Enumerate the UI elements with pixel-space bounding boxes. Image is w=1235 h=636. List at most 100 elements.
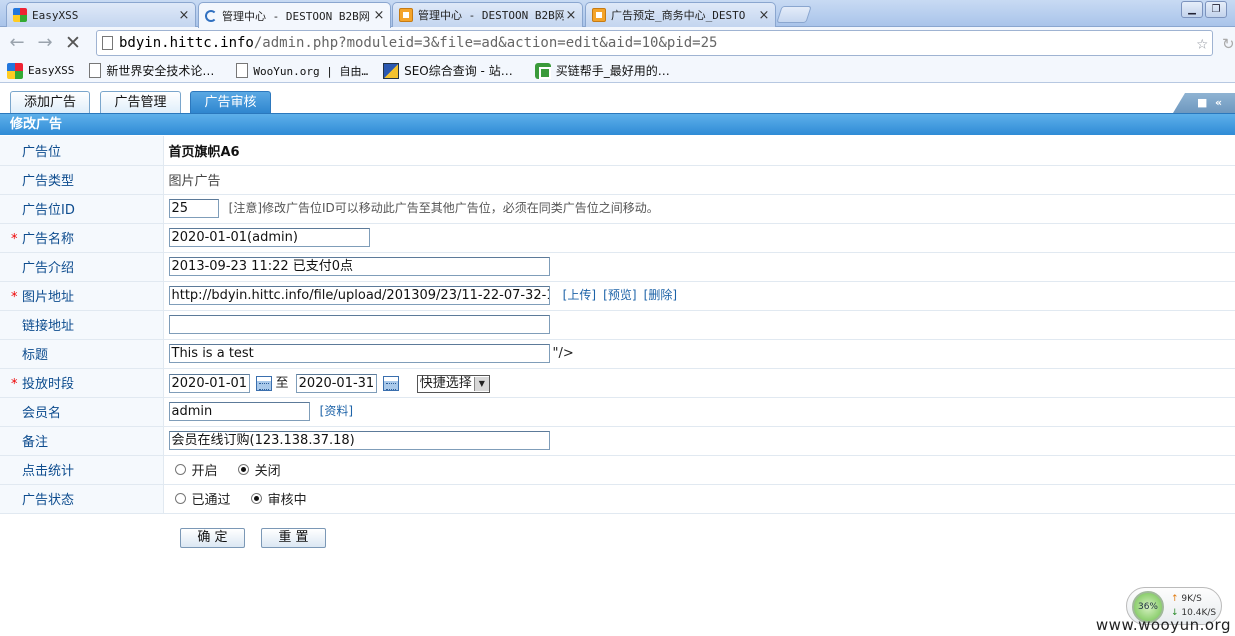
upload-speed: 9K/S bbox=[1181, 594, 1202, 604]
field-label: 链接地址 bbox=[0, 310, 164, 340]
field-label: 会员名 bbox=[0, 397, 164, 427]
remark-input[interactable]: 会员在线订购(123.138.37.18) bbox=[168, 431, 550, 450]
browser-tab-easyxss[interactable]: EasyXSS × bbox=[6, 2, 196, 27]
chevron-down-icon: ▼ bbox=[473, 376, 489, 391]
browser-tab-ad-booking[interactable]: 广告预定_商务中心_DESTO × bbox=[585, 2, 776, 27]
end-date-input[interactable]: 2020-01-31 bbox=[295, 374, 377, 393]
start-date-input[interactable]: 2020-01-01 bbox=[168, 374, 250, 393]
ad-position-id-input[interactable]: 25 bbox=[168, 199, 219, 218]
form-row-remark: 备注 会员在线订购(123.138.37.18) bbox=[0, 426, 1235, 456]
seo-favicon bbox=[383, 62, 400, 79]
status-approved-label: 已通过 bbox=[191, 493, 231, 508]
browser-tab-title: 管理中心 - DESTOON B2B网 bbox=[222, 9, 370, 23]
document-icon bbox=[236, 63, 249, 78]
field-label: 广告类型 bbox=[0, 165, 164, 195]
link-helper-favicon bbox=[534, 62, 551, 79]
bookmark-label: 买链帮手_最好用的… bbox=[555, 64, 670, 78]
browser-tab-strip: EasyXSS × 管理中心 - DESTOON B2B网 × 管理中心 - D… bbox=[0, 0, 1235, 28]
ad-intro-input[interactable]: 2013-09-23 11:22 已支付0点 bbox=[168, 257, 550, 276]
confirm-button[interactable]: 确 定 bbox=[180, 528, 245, 548]
calendar-icon[interactable] bbox=[255, 376, 272, 391]
field-label: 备注 bbox=[0, 426, 164, 456]
minimize-icon[interactable]: ▁ bbox=[1181, 1, 1203, 18]
bookmark-label: SEO综合查询 - 站… bbox=[404, 64, 513, 78]
upload-link[interactable]: [上传] bbox=[563, 288, 596, 302]
click-stats-on-label: 开启 bbox=[191, 464, 218, 479]
easyxss-favicon bbox=[7, 62, 23, 79]
double-chevron-left-icon[interactable]: « bbox=[1215, 96, 1222, 109]
title-input[interactable]: This is a test bbox=[168, 344, 550, 363]
loading-spinner-icon bbox=[205, 9, 217, 22]
status-approved-radio[interactable] bbox=[174, 493, 186, 504]
calendar-icon[interactable] bbox=[382, 376, 399, 391]
quick-select-dropdown[interactable]: 快捷选择 ▼ bbox=[416, 374, 490, 393]
browser-tab-title: 广告预定_商务中心_DESTO bbox=[611, 9, 746, 22]
form-row-click-stats: 点击统计 开启 关闭 bbox=[0, 455, 1235, 485]
tab-add-ad[interactable]: 添加广告 bbox=[10, 91, 90, 113]
bookmark-seo[interactable]: SEO综合查询 - 站… bbox=[383, 62, 513, 79]
restore-icon[interactable]: ❐ bbox=[1205, 1, 1227, 18]
close-icon[interactable]: × bbox=[372, 8, 386, 23]
bookmark-label: WooYun.org | 自由… bbox=[253, 64, 369, 78]
upload-arrow-icon: ↑ bbox=[1171, 594, 1179, 604]
ad-type-value: 图片广告 bbox=[168, 174, 221, 189]
link-url-input[interactable] bbox=[168, 315, 550, 334]
reset-button[interactable]: 重 置 bbox=[261, 528, 326, 548]
close-icon[interactable]: × bbox=[757, 8, 771, 23]
bookmark-link-helper[interactable]: 买链帮手_最好用的… bbox=[534, 62, 670, 79]
browser-tab-admin-active[interactable]: 管理中心 - DESTOON B2B网 × bbox=[198, 2, 391, 28]
field-label: 广告状态 bbox=[0, 484, 164, 514]
reload-icon[interactable]: ↻ bbox=[1222, 35, 1235, 53]
admin-page: 添加广告 广告管理 广告审核 ■ « 修改广告 广告位 首页旗帜A6 广告类型 … bbox=[0, 84, 1235, 636]
field-label: 标题 bbox=[0, 339, 164, 369]
click-stats-off-radio[interactable] bbox=[237, 464, 249, 475]
bookmark-label: 新世界安全技术论… bbox=[106, 64, 215, 78]
close-icon[interactable]: × bbox=[564, 8, 578, 23]
destoon-favicon bbox=[592, 8, 606, 22]
browser-toolbar: ← → ✕ bdyin.hittc.info/admin.php?modulei… bbox=[0, 27, 1235, 59]
form-row-status: 广告状态 已通过 审核中 bbox=[0, 484, 1235, 514]
ad-position-value: 首页旗帜A6 bbox=[168, 144, 240, 160]
browser-tab-title: EasyXSS bbox=[32, 8, 79, 22]
click-stats-off-label: 关闭 bbox=[254, 464, 281, 479]
status-pending-radio[interactable] bbox=[250, 493, 262, 504]
ad-position-id-note: [注意]修改广告位ID可以移动此广告至其他广告位，必须在同类广告位之间移动。 bbox=[228, 201, 659, 215]
delete-link[interactable]: [删除] bbox=[644, 288, 677, 302]
field-label: 广告名称 bbox=[22, 232, 75, 247]
address-bar[interactable]: bdyin.hittc.info/admin.php?moduleid=3&fi… bbox=[96, 30, 1213, 56]
form-row-ad-type: 广告类型 图片广告 bbox=[0, 165, 1235, 195]
page-icon bbox=[102, 36, 113, 50]
status-pending-label: 审核中 bbox=[267, 493, 307, 508]
form-row-ad-name: * 广告名称 2020-01-01(admin) bbox=[0, 223, 1235, 253]
url-host: bdyin.hittc.info bbox=[119, 35, 254, 51]
new-tab-button[interactable] bbox=[776, 6, 812, 23]
tab-ad-management[interactable]: 广告管理 bbox=[100, 91, 181, 113]
close-icon[interactable]: × bbox=[177, 8, 191, 23]
window-controls: ▁ ❐ bbox=[1181, 1, 1227, 18]
edit-ad-form: 广告位 首页旗帜A6 广告类型 图片广告 广告位ID 25 [注意]修改广告位I… bbox=[0, 136, 1235, 514]
stop-loading-icon[interactable]: ✕ bbox=[62, 33, 84, 53]
bookmark-security-forum[interactable]: 新世界安全技术论… bbox=[89, 62, 214, 79]
browser-tab-admin[interactable]: 管理中心 - DESTOON B2B网 × bbox=[392, 2, 583, 27]
bookmark-star-icon[interactable]: ☆ bbox=[1197, 31, 1208, 55]
form-row-title: 标题 This is a test "/> bbox=[0, 339, 1235, 369]
form-row-image-url: * 图片地址 http://bdyin.hittc.info/file/uploa… bbox=[0, 281, 1235, 311]
panel-tools: ■ « bbox=[1173, 93, 1235, 113]
document-icon bbox=[89, 63, 102, 78]
tab-ad-review[interactable]: 广告审核 bbox=[190, 91, 271, 113]
admin-menu-bar: 添加广告 广告管理 广告审核 ■ « bbox=[0, 84, 1235, 113]
back-arrow-icon[interactable]: ← bbox=[6, 33, 28, 53]
bookmark-wooyun[interactable]: WooYun.org | 自由… bbox=[236, 63, 368, 79]
collapse-icon[interactable]: ■ bbox=[1197, 96, 1207, 109]
bookmark-easyxss[interactable]: EasyXSS bbox=[7, 62, 74, 79]
ad-name-input[interactable]: 2020-01-01(admin) bbox=[168, 228, 370, 247]
preview-link[interactable]: [预览] bbox=[603, 288, 636, 302]
field-label: 广告位ID bbox=[0, 194, 164, 224]
member-profile-link[interactable]: [资料] bbox=[320, 404, 353, 418]
browser-tab-title: 管理中心 - DESTOON B2B网 bbox=[418, 9, 564, 22]
field-label: 图片地址 bbox=[22, 290, 75, 305]
member-input[interactable]: admin bbox=[168, 402, 310, 421]
image-url-input[interactable]: http://bdyin.hittc.info/file/upload/2013… bbox=[168, 286, 550, 305]
forward-arrow-icon[interactable]: → bbox=[34, 33, 56, 53]
click-stats-on-radio[interactable] bbox=[174, 464, 186, 475]
